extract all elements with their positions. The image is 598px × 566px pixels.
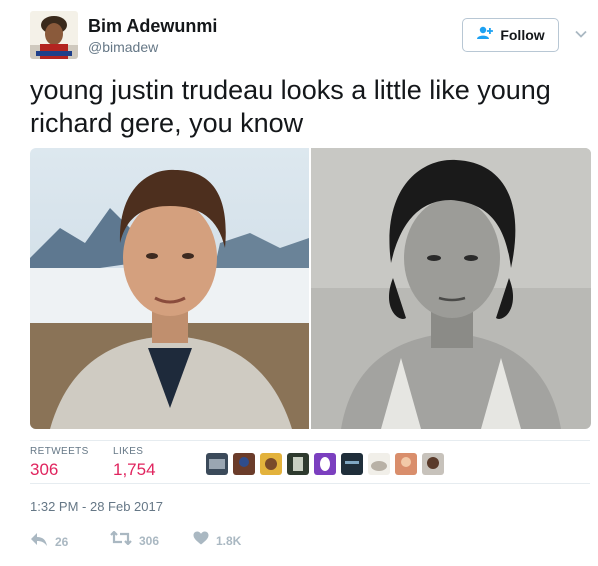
liker-avatar[interactable] bbox=[206, 453, 228, 475]
liker-avatar[interactable] bbox=[287, 453, 309, 475]
liker-avatars bbox=[206, 453, 444, 475]
retweets-value: 306 bbox=[30, 460, 59, 479]
photo-right[interactable] bbox=[311, 148, 591, 429]
like-count: 1.8K bbox=[216, 533, 242, 548]
retweets-label: RETWEETS bbox=[30, 446, 89, 457]
chevron-down-icon[interactable] bbox=[572, 25, 590, 43]
liker-avatar[interactable] bbox=[422, 453, 444, 475]
liker-avatar[interactable] bbox=[260, 453, 282, 475]
retweets-stat[interactable]: RETWEETS 306 bbox=[30, 446, 89, 480]
retweet-icon bbox=[110, 530, 132, 550]
liker-avatar[interactable] bbox=[395, 453, 417, 475]
tweet-header: Bim Adewunmi @bimadew Follow bbox=[0, 0, 598, 70]
author-avatar[interactable] bbox=[30, 11, 78, 59]
reply-count: 26 bbox=[55, 534, 69, 549]
liker-avatar[interactable] bbox=[368, 453, 390, 475]
like-button[interactable]: 1.8K bbox=[193, 531, 241, 550]
likes-label: LIKES bbox=[113, 446, 144, 457]
author-name[interactable]: Bim Adewunmi bbox=[88, 16, 217, 37]
tweet-text: young justin trudeau looks a little like… bbox=[30, 75, 551, 138]
tweet-actions: 26 306 1.8K bbox=[30, 530, 330, 552]
reply-button[interactable]: 26 bbox=[30, 531, 68, 552]
tweet-timestamp[interactable]: 1:32 PM - 28 Feb 2017 bbox=[30, 499, 163, 514]
liker-avatar[interactable] bbox=[341, 453, 363, 475]
tweet-media[interactable] bbox=[30, 148, 591, 429]
retweet-button[interactable]: 306 bbox=[110, 530, 160, 550]
liker-avatar[interactable] bbox=[233, 453, 255, 475]
liker-avatar[interactable] bbox=[314, 453, 336, 475]
add-user-icon bbox=[476, 26, 494, 45]
author-handle[interactable]: @bimadew bbox=[88, 39, 158, 55]
retweet-count: 306 bbox=[139, 533, 160, 548]
tweet-stats: RETWEETS 306 LIKES 1,754 bbox=[30, 440, 590, 484]
follow-button[interactable]: Follow bbox=[462, 18, 559, 52]
likes-stat[interactable]: LIKES 1,754 bbox=[113, 446, 156, 480]
heart-icon bbox=[193, 531, 209, 550]
follow-button-label: Follow bbox=[500, 27, 545, 43]
likes-value: 1,754 bbox=[113, 460, 156, 479]
reply-icon bbox=[30, 531, 48, 552]
photo-left[interactable] bbox=[30, 148, 309, 429]
